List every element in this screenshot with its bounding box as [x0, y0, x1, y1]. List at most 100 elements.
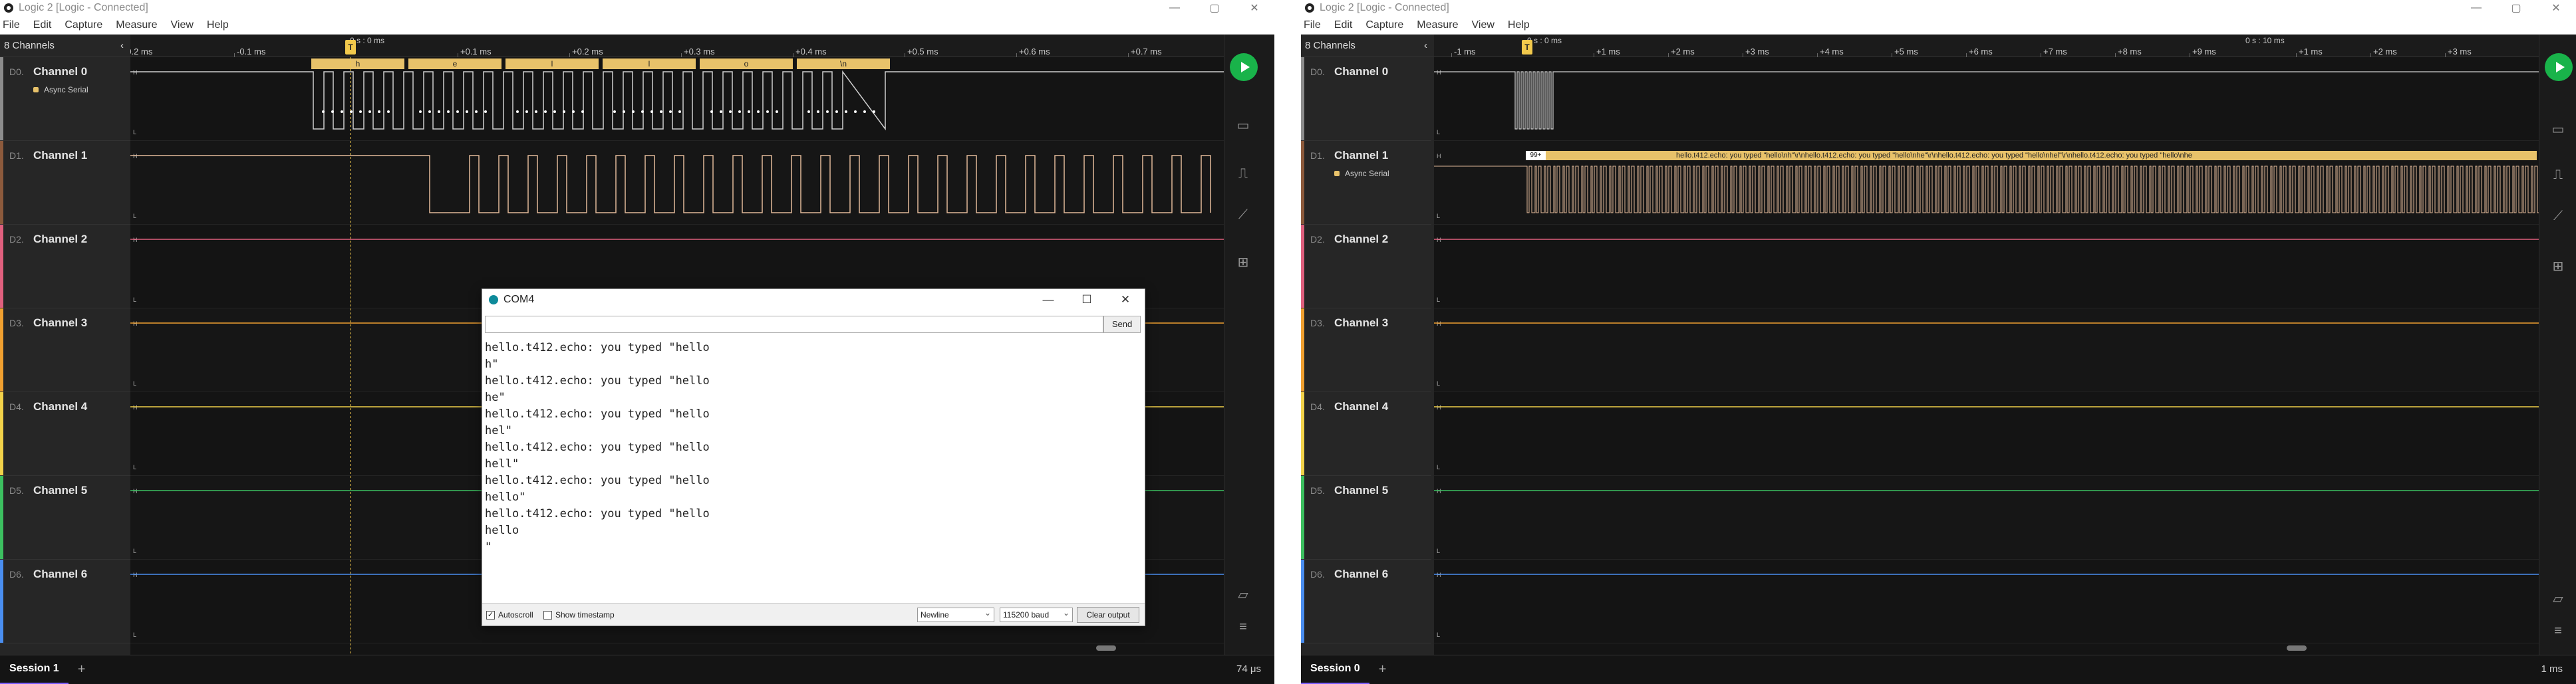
channel-row[interactable]: D3. Channel 3	[1301, 308, 1431, 392]
notes-icon[interactable]: ▱	[2549, 590, 2567, 606]
high-level-label: H	[133, 237, 138, 243]
analyzer-label[interactable]: Async Serial	[33, 85, 88, 94]
send-input[interactable]	[485, 316, 1103, 333]
maximize-button[interactable]: ☐	[1068, 293, 1106, 306]
close-button[interactable]: ✕	[1234, 1, 1274, 15]
channel-name[interactable]: Channel 4	[33, 400, 87, 413]
menu-help[interactable]: Help	[1508, 19, 1530, 31]
horizontal-scrollbar[interactable]	[2287, 645, 2307, 651]
timing-marker-flag[interactable]: T	[345, 40, 356, 55]
autoscroll-checkbox[interactable]: ✓ Autoscroll	[486, 610, 533, 620]
minimize-button[interactable]: —	[1155, 2, 1195, 14]
time-ruler[interactable]: 0 s : 0 ms T -0.2 ms-0.1 ms+0.1 ms+0.2 m…	[130, 35, 1224, 57]
channel-name[interactable]: Channel 3	[33, 316, 87, 330]
session-tab[interactable]: Session 1	[0, 655, 69, 684]
minimize-button[interactable]: —	[2456, 2, 2496, 14]
channel-row[interactable]: D1. Channel 1	[0, 141, 130, 225]
collapse-icon[interactable]: ‹	[1424, 40, 1427, 51]
maximize-button[interactable]: ▢	[2496, 1, 2536, 15]
channel-name[interactable]: Channel 0	[33, 65, 87, 78]
menu-edit[interactable]: Edit	[33, 19, 52, 31]
device-icon[interactable]: ▭	[2549, 121, 2567, 137]
channel-name[interactable]: Channel 5	[1334, 484, 1388, 497]
close-button[interactable]: ✕	[1106, 293, 1145, 306]
add-session-icon[interactable]: +	[1379, 662, 1387, 677]
analyzers-icon[interactable]: ⎍	[1234, 166, 1252, 181]
menu-measure[interactable]: Measure	[1417, 19, 1458, 31]
line-ending-select[interactable]: Newline	[917, 606, 994, 622]
sample-bit-dot	[650, 110, 653, 113]
menu-measure[interactable]: Measure	[116, 19, 157, 31]
channel-row[interactable]: D2. Channel 2	[1301, 225, 1431, 308]
channel-name[interactable]: Channel 2	[1334, 233, 1388, 246]
channel-name[interactable]: Channel 6	[33, 568, 87, 581]
baud-rate-select[interactable]: 115200 baud	[1000, 606, 1073, 622]
menu-capture[interactable]: Capture	[1365, 19, 1403, 31]
channel-name[interactable]: Channel 1	[33, 149, 87, 162]
menu-icon[interactable]: ≡	[2549, 624, 2567, 638]
maximize-button[interactable]: ▢	[1195, 1, 1234, 15]
channel-row[interactable]: D6. Channel 6	[1301, 560, 1431, 643]
analyzers-icon[interactable]: ⎍	[2549, 168, 2567, 182]
channel-row[interactable]: D1. Channel 1 Async Serial	[1301, 141, 1431, 225]
channel-color-stripe	[1301, 225, 1304, 308]
channel-row[interactable]: D5. Channel 5	[1301, 476, 1431, 560]
notes-icon[interactable]: ▱	[1234, 586, 1252, 602]
channel-row[interactable]: D2. Channel 2	[0, 225, 130, 308]
time-ruler[interactable]: 0 s : 0 ms 0 s : 10 ms T -1 ms +1 ms +2 ms…	[1434, 35, 2539, 57]
horizontal-scrollbar[interactable]	[1096, 645, 1116, 651]
channel-row[interactable]: D0. Channel 0 Async Serial	[0, 57, 130, 141]
channel-name[interactable]: Channel 0	[1334, 65, 1388, 78]
low-level-label: L	[1437, 380, 1440, 387]
waveform-area[interactable]: 0 s : 0 ms 0 s : 10 ms T -1 ms +1 ms +2 ms…	[1434, 35, 2539, 655]
minimize-button[interactable]: —	[1029, 293, 1068, 306]
channel-name[interactable]: Channel 2	[33, 233, 87, 246]
channel-row[interactable]: D5. Channel 5	[0, 476, 130, 560]
menu-capture[interactable]: Capture	[65, 19, 102, 31]
timing-marker-flag[interactable]: T	[1522, 40, 1532, 55]
session-tab[interactable]: Session 0	[1301, 655, 1369, 684]
sample-bit-dot	[563, 110, 565, 113]
measure-icon[interactable]: ⟋	[2549, 209, 2567, 223]
extensions-icon[interactable]: ⊞	[2549, 258, 2567, 274]
channel-row[interactable]: D6. Channel 6	[0, 560, 130, 643]
ruler-tick-label: +3 ms	[2448, 47, 2472, 57]
clear-output-button[interactable]: Clear output	[1077, 607, 1139, 623]
channel-row[interactable]: D4. Channel 4	[1301, 392, 1431, 476]
serial-output[interactable]: hello.t412.echo: you typed "hello h" hel…	[484, 340, 1142, 602]
channel-row[interactable]: D4. Channel 4	[0, 392, 130, 476]
channel-row[interactable]: D0. Channel 0	[1301, 57, 1431, 141]
collapse-icon[interactable]: ‹	[120, 40, 124, 51]
add-session-icon[interactable]: +	[78, 662, 86, 677]
zoom-level[interactable]: 1 ms	[2541, 663, 2563, 675]
measure-icon[interactable]: ⟋	[1234, 207, 1252, 222]
low-level-label: L	[133, 213, 136, 219]
menu-view[interactable]: View	[1472, 19, 1495, 31]
device-icon[interactable]: ▭	[1234, 117, 1252, 133]
decoded-serial-bubble[interactable]: hello.t412.echo: you typed "hello\nh"\r\…	[1526, 151, 2537, 160]
channel-name[interactable]: Channel 1	[1334, 149, 1388, 162]
extensions-icon[interactable]: ⊞	[1234, 254, 1252, 270]
channel-name[interactable]: Channel 5	[33, 484, 87, 497]
channel-name[interactable]: Channel 3	[1334, 316, 1388, 330]
play-icon[interactable]	[1230, 53, 1258, 81]
play-icon[interactable]	[2545, 53, 2573, 81]
menu-file[interactable]: File	[1304, 19, 1321, 31]
menu-view[interactable]: View	[171, 19, 194, 31]
channel-name[interactable]: Channel 4	[1334, 400, 1388, 413]
ruler-tick-label: +2 ms	[2373, 47, 2397, 57]
menu-help[interactable]: Help	[207, 19, 229, 31]
timestamp-checkbox[interactable]: Show timestamp	[543, 610, 615, 620]
menu-file[interactable]: File	[3, 19, 20, 31]
zoom-level[interactable]: 74 μs	[1236, 663, 1261, 675]
decoded-byte-text: e	[453, 59, 458, 68]
send-row: Send	[485, 316, 1141, 333]
low-level-label: L	[1437, 464, 1440, 471]
analyzer-label[interactable]: Async Serial	[1334, 169, 1389, 178]
close-button[interactable]: ✕	[2536, 1, 2576, 15]
channel-row[interactable]: D3. Channel 3	[0, 308, 130, 392]
menu-edit[interactable]: Edit	[1334, 19, 1353, 31]
send-button[interactable]: Send	[1103, 316, 1141, 333]
channel-name[interactable]: Channel 6	[1334, 568, 1388, 581]
menu-icon[interactable]: ≡	[1234, 620, 1252, 634]
